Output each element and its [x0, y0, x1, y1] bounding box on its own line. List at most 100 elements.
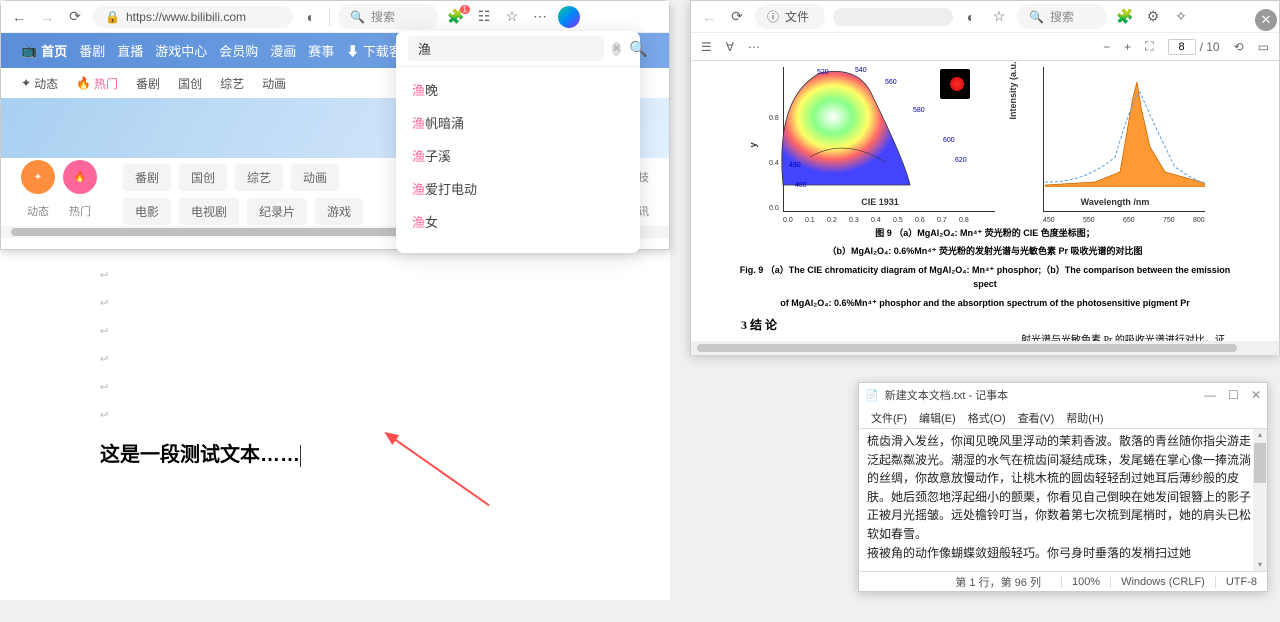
vertical-scrollbar[interactable]: ▴ ▾ — [1253, 429, 1267, 571]
menu-edit[interactable]: 编辑(E) — [915, 408, 960, 428]
nav-live[interactable]: 直播 — [117, 41, 143, 60]
edge-indicator-icon[interactable]: ◐ — [961, 7, 981, 27]
cat-tv[interactable]: 电视剧 — [179, 198, 239, 225]
text-cursor — [300, 445, 301, 467]
menu-file[interactable]: 文件(F) — [867, 408, 911, 428]
minimize-button[interactable]: — — [1204, 388, 1216, 402]
url-field[interactable]: 🔒 https://www.bilibili.com — [93, 6, 293, 28]
refresh-button[interactable]: ⟳ — [727, 7, 747, 27]
scroll-down-icon[interactable]: ▾ — [1254, 559, 1266, 571]
bilibili-logo[interactable]: 📺 首页 — [21, 41, 67, 60]
favorites-icon[interactable]: ☆ — [989, 7, 1009, 27]
menu-view[interactable]: 查看(V) — [1014, 408, 1059, 428]
browser-search-field[interactable]: 🔍 搜索 — [1017, 4, 1107, 29]
scroll-up-icon[interactable]: ▴ — [1254, 429, 1266, 441]
cat-variety[interactable]: 综艺 — [235, 164, 283, 191]
copilot-icon[interactable] — [558, 6, 580, 28]
cie-diagram-icon — [765, 67, 925, 197]
cat-guochuang[interactable]: 国创 — [179, 164, 227, 191]
notepad-titlebar[interactable]: 📄 新建文本文档.txt - 记事本 — ☐ ✕ — [859, 383, 1267, 407]
close-button[interactable]: ✕ — [1255, 9, 1277, 31]
back-button[interactable]: ← — [699, 7, 719, 27]
pdf-toolbar: ☰ ∀ ⋯ − + ⛶ / 10 ⟲ ▭ — [691, 33, 1279, 61]
paragraph-mark: ↵ — [100, 400, 570, 428]
cat-anime[interactable]: 动画 — [291, 164, 339, 191]
page-input[interactable] — [1168, 39, 1196, 55]
suggestion-item[interactable]: 渔子溪 — [396, 139, 640, 172]
zoom-out-button[interactable]: − — [1103, 40, 1110, 54]
bilibili-search-input[interactable] — [408, 36, 604, 61]
editor-text-line[interactable]: 这是一段测试文本…… — [100, 438, 570, 467]
hot-circle-button[interactable]: 🔥 — [63, 160, 97, 194]
performance-icon[interactable]: ⚙ — [1143, 7, 1163, 27]
refresh-button[interactable]: ⟳ — [65, 7, 85, 27]
status-encoding: UTF-8 — [1215, 576, 1267, 588]
notepad-statusbar: 第 1 行，第 96 列 100% Windows (CRLF) UTF-8 — [859, 571, 1267, 591]
clear-icon[interactable]: ✕ — [612, 42, 621, 56]
edge-indicator-icon[interactable]: ◐ — [301, 7, 321, 27]
forward-button[interactable]: → — [37, 7, 57, 27]
search-icon: 🔍 — [350, 10, 365, 24]
scrollbar-thumb[interactable] — [11, 228, 431, 236]
suggestion-item[interactable]: 渔爱打电动 — [396, 172, 640, 205]
suggestion-item[interactable]: 渔晚 — [396, 73, 640, 106]
figure-caption-cn: 图 9 （a）MgAl₂O₄: Mn⁴⁺ 荧光粉的 CIE 色度坐标图； — [731, 226, 1239, 240]
file-indicator[interactable]: ⓘ 文件 — [755, 4, 825, 29]
subnav-item[interactable]: 番剧 — [136, 75, 160, 92]
page-indicator: / 10 — [1168, 39, 1220, 55]
more-icon[interactable]: ⋯ — [530, 7, 550, 27]
rotate-icon[interactable]: ⟲ — [1234, 40, 1244, 54]
scrollbar-thumb[interactable] — [697, 344, 1237, 352]
more-icon[interactable]: ✧ — [1171, 7, 1191, 27]
layout-icon[interactable]: ▭ — [1258, 40, 1269, 54]
subnav-hot[interactable]: 🔥 热门 — [76, 75, 118, 92]
dynamic-circle-button[interactable]: ✦ — [21, 160, 55, 194]
subnav-item[interactable]: 国创 — [178, 75, 202, 92]
read-aloud-icon[interactable]: ☷ — [474, 7, 494, 27]
pdf-content[interactable]: y 0.00.10.20.30.40.50.60.70.8 0.00.40.8 … — [691, 61, 1279, 341]
more-tools-icon[interactable]: ⋯ — [748, 40, 760, 54]
back-button[interactable]: ← — [9, 7, 29, 27]
extension-button[interactable]: 🧩 — [1115, 7, 1135, 27]
nav-vipbuy[interactable]: 会员购 — [219, 41, 258, 60]
cat-bangumi[interactable]: 番剧 — [123, 164, 171, 191]
paragraph-mark: ↵ — [100, 316, 570, 344]
extension-button[interactable]: 🧩1 — [446, 7, 466, 27]
subnav-item[interactable]: 动画 — [262, 75, 286, 92]
word-editor-canvas[interactable]: ↵ ↵ ↵ ↵ ↵ ↵ 这是一段测试文本…… — [0, 250, 670, 600]
scrollbar-thumb[interactable] — [1254, 443, 1266, 483]
nav-match[interactable]: 赛事 — [308, 41, 334, 60]
contents-icon[interactable]: ☰ — [701, 40, 712, 54]
fit-page-icon[interactable]: ⛶ — [1145, 39, 1153, 54]
editor-text: 这是一段测试文本…… — [100, 444, 300, 466]
nav-game[interactable]: 游戏中心 — [155, 41, 207, 60]
x-axis-label: CIE 1931 — [755, 197, 1005, 207]
paragraph-mark: ↵ — [100, 288, 570, 316]
subnav-dynamic[interactable]: ✦ 动态 — [21, 75, 58, 92]
maximize-button[interactable]: ☐ — [1228, 388, 1239, 402]
notepad-window: 📄 新建文本文档.txt - 记事本 — ☐ ✕ 文件(F) 编辑(E) 格式(… — [858, 382, 1268, 592]
browser-search-field[interactable]: 🔍 搜索 — [338, 4, 438, 29]
close-button[interactable]: ✕ — [1251, 388, 1261, 402]
menu-format[interactable]: 格式(O) — [964, 408, 1010, 428]
address-bar-pdf: ← ⟳ ⓘ 文件 ◐ ☆ 🔍 搜索 🧩 ⚙ ✧ — [691, 1, 1279, 33]
menu-help[interactable]: 帮助(H) — [1062, 408, 1107, 428]
suggestion-item[interactable]: 渔女 — [396, 205, 640, 238]
favorites-icon[interactable]: ☆ — [502, 7, 522, 27]
horizontal-scrollbar[interactable] — [691, 341, 1279, 355]
search-submit-icon[interactable]: 🔍 — [629, 40, 648, 58]
browser-window-bilibili: ← → ⟳ 🔒 https://www.bilibili.com ◐ 🔍 搜索 … — [0, 0, 670, 250]
zoom-in-button[interactable]: + — [1124, 40, 1131, 54]
cat-doc[interactable]: 纪录片 — [247, 198, 307, 225]
nav-manga[interactable]: 漫画 — [270, 41, 296, 60]
notepad-textarea[interactable]: 梳齿滑入发丝，你闻见晚风里浮动的茉莉香波。散落的青丝随你指尖游走泛起粼粼波光。潮… — [859, 429, 1267, 571]
nav-bangumi[interactable]: 番剧 — [79, 41, 105, 60]
cat-game[interactable]: 游戏 — [315, 198, 363, 225]
search-dropdown: ✕ 🔍 渔晚 渔帆暗涌 渔子溪 渔爱打电动 渔女 — [396, 31, 640, 253]
suggestion-item[interactable]: 渔帆暗涌 — [396, 106, 640, 139]
cie-chart: y 0.00.10.20.30.40.50.60.70.8 0.00.40.8 … — [755, 67, 1005, 222]
subnav-item[interactable]: 综艺 — [220, 75, 244, 92]
figure-caption-en: Fig. 9 （a）The CIE chromaticity diagram o… — [731, 263, 1239, 292]
cat-movie[interactable]: 电影 — [123, 198, 171, 225]
draw-icon[interactable]: ∀ — [726, 40, 734, 54]
